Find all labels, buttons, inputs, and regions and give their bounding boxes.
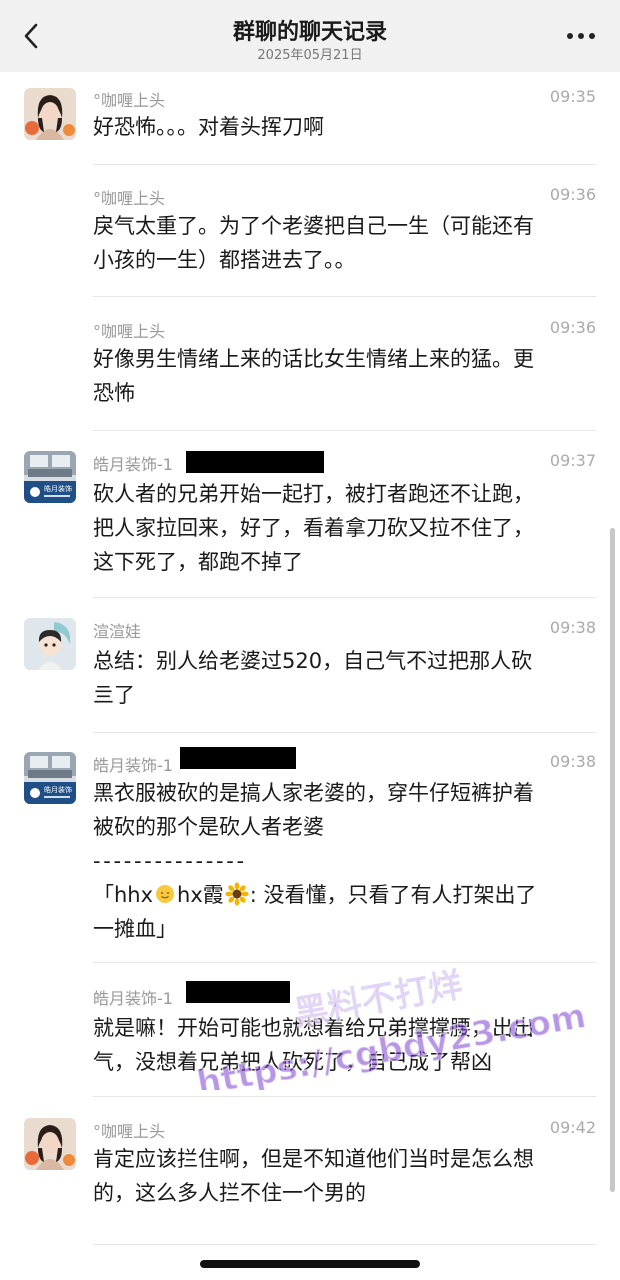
message-time: 09:36	[549, 318, 596, 337]
page-date: 2025年05月21日	[257, 48, 363, 63]
cartoon-boy-icon	[24, 618, 76, 670]
message-divider	[93, 732, 596, 733]
redaction-bar	[186, 451, 324, 473]
avatar-brand-text: 皓月装饰	[44, 785, 72, 794]
sender-name: °咖喱上头	[93, 1122, 166, 1141]
message-time: 09:37	[549, 451, 596, 470]
sender-name: 皓月装饰-1	[93, 989, 173, 1008]
message-line: 气，没想着兄弟把人砍死了，自己成了帮凶	[93, 1050, 492, 1074]
avatar[interactable]	[24, 618, 76, 670]
quote-sender: 「hhx	[93, 883, 154, 907]
message-divider	[93, 164, 596, 165]
living-room-logo-icon: 皓月装饰	[24, 451, 76, 503]
message-line: 就是嘛！开始可能也就想着给兄弟撑撑腰，出出	[93, 1016, 534, 1040]
message-line: 这下死了，都跑不掉了	[93, 550, 303, 574]
sender-name: 皓月装饰-1	[93, 756, 173, 775]
message-time: 09:35	[549, 87, 596, 106]
message-line: 戾气太重了。为了个老婆把自己一生（可能还有	[93, 214, 534, 238]
quoted-message: 「hhx hx霞 : 没看懂，只看了有人打架出了	[93, 878, 595, 912]
message-line: 的，这么多人拦不住一个男的	[93, 1181, 366, 1205]
chat-history-header: 群聊的聊天记录 2025年05月21日	[0, 0, 620, 72]
living-room-logo-icon: 皓月装饰	[24, 752, 76, 804]
avatar[interactable]	[24, 88, 76, 140]
sunflower-emoji-icon	[225, 882, 249, 906]
sender-name: °咖喱上头	[93, 322, 166, 341]
message-text[interactable]: 总结：别人给老婆过520，自己气不过把那人砍 亖了	[93, 644, 595, 712]
message-line: 黑衣服被砍的是搞人家老婆的，穿牛仔短裤护着	[93, 781, 534, 805]
avatar[interactable]: 皓月装饰	[24, 752, 76, 804]
quote-text: : 没看懂，只看了有人打架出了	[249, 883, 537, 907]
scrollbar[interactable]	[610, 528, 615, 1192]
avatar-brand-text: 皓月装饰	[44, 484, 72, 493]
message-line: 亖了	[93, 683, 135, 707]
message-line: 好恐怖。。。对着头挥刀啊	[93, 115, 324, 139]
message-text[interactable]: 好像男生情绪上来的话比女生情绪上来的猛。更 恐怖	[93, 342, 595, 410]
message-text[interactable]: 好恐怖。。。对着头挥刀啊	[93, 110, 595, 144]
ellipsis-icon[interactable]	[564, 22, 598, 50]
message-divider	[93, 1096, 596, 1097]
quote-line: 一摊血」	[93, 917, 177, 941]
message-text[interactable]: 肯定应该拦住啊，但是不知道他们当时是怎么想 的，这么多人拦不住一个男的	[93, 1142, 595, 1210]
message-divider	[93, 597, 596, 598]
sender-name: °咖喱上头	[93, 91, 166, 110]
message-time: 09:38	[549, 618, 596, 637]
message-line: 总结：别人给老婆过520，自己气不过把那人砍	[93, 649, 533, 673]
message-line: 好像男生情绪上来的话比女生情绪上来的猛。更	[93, 347, 534, 371]
redaction-bar	[180, 747, 296, 769]
message-line: 恐怖	[93, 381, 135, 405]
avatar[interactable]: 皓月装饰	[24, 451, 76, 503]
home-indicator[interactable]	[200, 1260, 420, 1268]
message-divider	[93, 430, 596, 431]
sender-name: 渲渲娃	[93, 622, 142, 641]
message-time: 09:42	[549, 1118, 596, 1137]
message-divider	[93, 962, 596, 963]
girl-portrait-icon	[24, 88, 76, 140]
message-text[interactable]: 戾气太重了。为了个老婆把自己一生（可能还有 小孩的一生）都搭进去了。。	[93, 209, 595, 277]
sender-name: °咖喱上头	[93, 189, 166, 208]
redaction-bar	[186, 981, 290, 1003]
message-time: 09:36	[549, 185, 596, 204]
message-divider	[93, 296, 596, 297]
avatar[interactable]	[24, 1118, 76, 1170]
quote-sender-suffix: hx霞	[177, 883, 224, 907]
sun-face-emoji-icon	[156, 885, 175, 903]
message-separator: - - - - - - - - - - - - - - -	[93, 849, 244, 873]
message-divider	[93, 1244, 596, 1245]
message-text[interactable]: 就是嘛！开始可能也就想着给兄弟撑撑腰，出出 气，没想着兄弟把人砍死了，自己成了帮…	[93, 1011, 595, 1079]
message-text[interactable]: 黑衣服被砍的是搞人家老婆的，穿牛仔短裤护着 被砍的那个是砍人者老婆 - - - …	[93, 776, 595, 946]
sender-name: 皓月装饰-1	[93, 455, 173, 474]
message-line: 把人家拉回来，好了，看着拿刀砍又拉不住了，	[93, 516, 534, 540]
message-line: 砍人者的兄弟开始一起打，被打者跑还不让跑，	[93, 482, 534, 506]
message-line: 被砍的那个是砍人者老婆	[93, 815, 324, 839]
message-text[interactable]: 砍人者的兄弟开始一起打，被打者跑还不让跑， 把人家拉回来，好了，看着拿刀砍又拉不…	[93, 477, 595, 579]
message-line: 小孩的一生）都搭进去了。。	[93, 248, 356, 272]
message-line: 肯定应该拦住啊，但是不知道他们当时是怎么想	[93, 1147, 534, 1171]
page-title: 群聊的聊天记录	[232, 20, 387, 45]
message-time: 09:38	[549, 752, 596, 771]
girl-portrait-icon	[24, 1118, 76, 1170]
